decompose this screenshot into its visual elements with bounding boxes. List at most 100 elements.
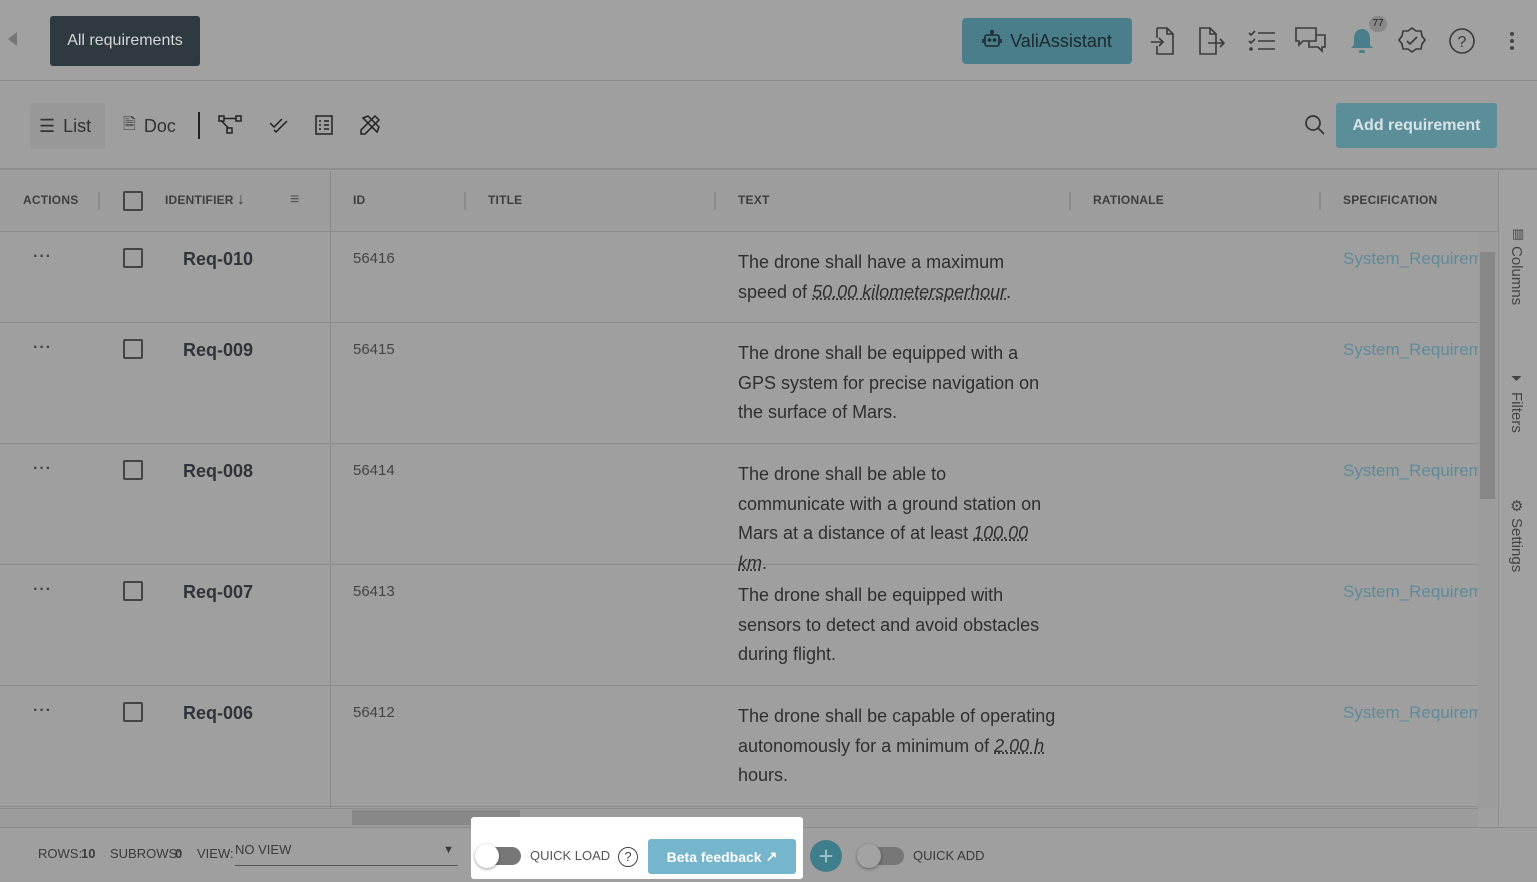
collapse-sidebar-icon[interactable] [8,32,17,46]
beta-feedback-button[interactable]: Beta feedback ↗ [648,839,796,874]
column-header-text[interactable]: TEXT [738,193,769,207]
row-id: 56412 [353,704,395,721]
table-row[interactable]: ··· Req-006 56412 The drone shall be cap… [0,686,1478,807]
row-identifier[interactable]: Req-009 [183,340,253,361]
text-part: The drone shall be equipped with sensors… [738,585,1040,664]
quick-load-help-icon[interactable]: ? [618,847,638,867]
row-text[interactable]: The drone shall be equipped with sensors… [738,581,1058,670]
table-row[interactable]: ··· Req-007 56413 The drone shall be equ… [0,565,1478,686]
comments-icon[interactable] [1294,24,1328,58]
verified-badge-icon[interactable] [1395,24,1429,58]
robot-icon [982,29,1002,53]
rows-label: ROWS: [38,846,83,861]
column-menu-icon[interactable]: ≡ [290,191,299,209]
quick-load-toggle-knob[interactable] [475,844,499,868]
columns-panel-tab[interactable]: Columns [1508,246,1525,305]
toolbar-divider [198,112,200,139]
table-row[interactable]: ··· Req-010 56416 The drone shall have a… [0,232,1478,323]
row-checkbox[interactable] [123,702,143,722]
traceability-tree-icon[interactable] [217,112,243,138]
subrows-count: 0 [175,846,183,861]
column-resizer[interactable] [464,192,466,210]
columns-icon[interactable]: ▥ [1512,226,1524,242]
column-header-title[interactable]: TITLE [488,193,522,207]
import-icon[interactable] [1146,24,1180,58]
text-part: . [1006,281,1012,302]
row-actions-menu-icon[interactable]: ··· [33,581,52,599]
column-resizer[interactable] [98,192,100,210]
row-specification-link[interactable]: System_Requirements [1343,249,1478,269]
row-identifier[interactable]: Req-008 [183,461,253,482]
view-label: VIEW: [197,846,234,861]
column-resizer[interactable] [1069,192,1071,210]
view-select[interactable]: NO VIEW ▼ [235,842,458,866]
search-icon[interactable] [1302,112,1328,138]
svg-text:?: ? [1458,34,1467,51]
row-checkbox[interactable] [123,248,143,268]
row-text[interactable]: The drone shall be capable of operating … [738,702,1058,791]
external-link-icon: ↗ [765,848,778,864]
help-icon[interactable]: ? [1445,24,1479,58]
row-actions-menu-icon[interactable]: ··· [33,248,52,266]
column-header-actions: ACTIONS [23,193,79,207]
checklist-icon[interactable] [1245,24,1279,58]
row-text[interactable]: The drone shall be equipped with a GPS s… [738,339,1058,428]
quantity-value[interactable]: 50.00 kilometersperhour [812,282,1006,302]
quick-load-label: QUICK LOAD [530,848,611,863]
settings-gear-icon[interactable]: ⚙ [1510,497,1523,515]
export-icon[interactable] [1195,24,1229,58]
row-id: 56413 [353,583,395,600]
column-header-id[interactable]: ID [353,193,365,207]
add-fab-button[interactable]: + [810,840,842,872]
all-requirements-button[interactable]: All requirements [50,16,200,66]
list-view-tab[interactable]: ☰ List [30,103,105,149]
row-text[interactable]: The drone shall have a maximum speed of … [738,248,1058,307]
row-specification-link[interactable]: System_Requirements [1343,703,1478,723]
table-row[interactable]: ··· Req-008 56414 The drone shall be abl… [0,444,1478,573]
column-header-rationale[interactable]: RATIONALE [1093,193,1164,207]
row-identifier[interactable]: Req-006 [183,703,253,724]
row-actions-menu-icon[interactable]: ··· [33,339,52,357]
row-checkbox[interactable] [123,339,143,359]
row-actions-menu-icon[interactable]: ··· [33,460,52,478]
quick-add-toggle-knob[interactable] [857,844,881,868]
row-specification-link[interactable]: System_Requirements [1343,340,1478,360]
column-resizer[interactable] [1319,192,1321,210]
doc-view-tab[interactable]: 🗎 Doc [114,103,185,149]
column-header-specification[interactable]: SPECIFICATION [1343,193,1437,207]
dropdown-arrow-icon: ▼ [443,844,454,856]
add-requirement-button[interactable]: Add requirement [1336,103,1497,148]
doc-label: Doc [143,115,176,136]
row-identifier[interactable]: Req-007 [183,582,253,603]
row-id: 56415 [353,341,395,358]
text-part: hours. [738,765,789,785]
row-text[interactable]: The drone shall be able to communicate w… [738,460,1058,578]
column-header-identifier[interactable]: IDENTIFIER [165,193,234,207]
vertical-scrollbar-thumb[interactable] [1480,252,1495,499]
sort-descending-icon[interactable]: ↓ [237,191,245,209]
settings-panel-tab[interactable]: Settings [1508,518,1525,572]
more-menu-icon[interactable] [1495,24,1529,58]
quantity-value[interactable]: 2.00 h [994,736,1044,756]
row-identifier[interactable]: Req-010 [183,249,253,270]
filters-panel-tab[interactable]: Filters [1508,392,1525,433]
subrows-label: SUBROWS: [110,846,181,861]
rows-count: 10 [81,846,96,861]
verification-check-icon[interactable] [266,112,292,138]
row-id: 56416 [353,250,395,267]
row-id: 56414 [353,462,395,479]
notification-badge: 77 [1369,16,1387,32]
row-specification-link[interactable]: System_Requirements [1343,461,1478,481]
row-checkbox[interactable] [123,460,143,480]
column-resizer[interactable] [714,192,716,210]
select-all-checkbox[interactable] [123,191,143,211]
row-actions-menu-icon[interactable]: ··· [33,702,52,720]
row-checkbox[interactable] [123,581,143,601]
filter-icon[interactable]: ⏷ [1511,370,1522,387]
vali-assistant-button[interactable]: ValiAssistant [962,18,1132,64]
test-list-icon[interactable] [311,112,337,138]
list-icon: ☰ [39,115,56,136]
table-row[interactable]: ··· Req-009 56415 The drone shall be equ… [0,323,1478,444]
row-specification-link[interactable]: System_Requirements [1343,582,1478,602]
design-tools-icon[interactable] [357,112,383,138]
